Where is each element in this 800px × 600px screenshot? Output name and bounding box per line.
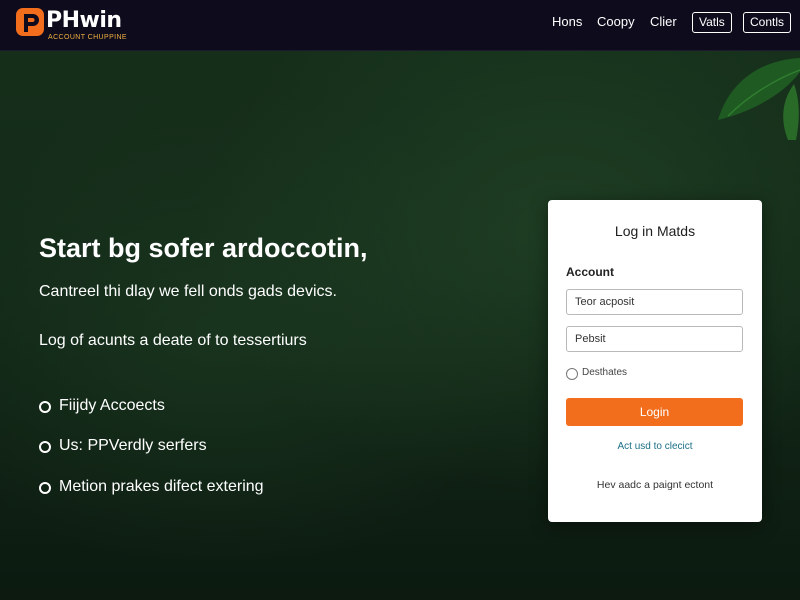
login-title: Log in Matds (614, 223, 696, 239)
account-input[interactable] (566, 289, 743, 315)
hero-title: Start bg sofer ardoccotin, (39, 233, 368, 263)
remember-label: Desthates (582, 367, 628, 378)
login-button[interactable]: Login (566, 398, 743, 426)
account-help-link[interactable]: Act usd to clecict (548, 441, 762, 452)
nav-button-contls[interactable]: Contls (743, 12, 792, 33)
leaf-icon (718, 58, 800, 140)
brand-logo[interactable]: PHwin ACCOUNT CHUPPINE (14, 6, 164, 46)
password-input[interactable] (566, 326, 743, 352)
nav-link-clier[interactable]: Clier (650, 13, 677, 31)
nav-link-coopy[interactable]: Coopy (597, 13, 635, 31)
phwin-logo-icon (16, 8, 44, 36)
circle-bullet-icon (39, 441, 51, 453)
login-card: Log in Matds Account Desthates Login Act… (548, 200, 762, 522)
feature-text: Us: PPVerdly serfers (59, 437, 207, 454)
top-bar: PHwin ACCOUNT CHUPPINE Hons Coopy Clier … (0, 0, 800, 51)
nav-button-vatls[interactable]: Vatls (692, 12, 732, 33)
circle-bullet-icon (39, 482, 51, 494)
signup-prompt: Hev aadc a paignt ectont (596, 479, 714, 491)
hero-subtitle-secondary: Log of acunts a deate of to tessertiurs (39, 332, 307, 349)
feature-text: Metion prakes difect extering (59, 478, 264, 495)
brand-tagline: ACCOUNT CHUPPINE (48, 34, 128, 41)
nav-link-home[interactable]: Hons (552, 13, 582, 31)
circle-bullet-icon (39, 401, 51, 413)
brand-name: PHwin (46, 8, 122, 33)
feature-text: Fiijdy Accoects (59, 397, 165, 414)
account-label: Account (566, 265, 614, 279)
hero-subtitle: Cantreel thi dlay we fell onds gads devi… (39, 283, 337, 300)
radio-circle-icon[interactable] (566, 368, 578, 380)
